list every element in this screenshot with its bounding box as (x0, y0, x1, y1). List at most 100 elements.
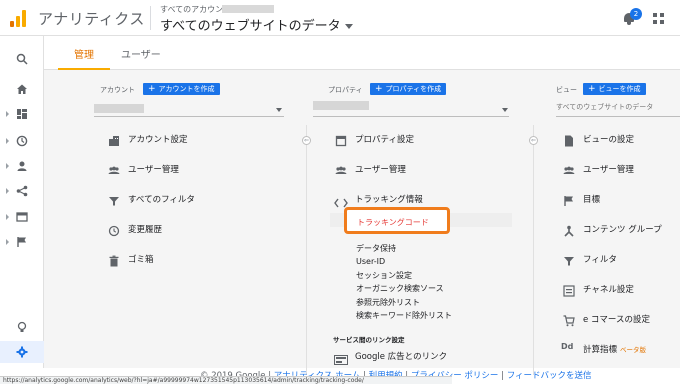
create-property-button[interactable]: + プロパティを作成 (370, 83, 447, 95)
account-label[interactable]: すべてのアカウント (160, 4, 231, 15)
goals-link[interactable]: 目標 (583, 193, 600, 205)
tracking-code-link[interactable]: トラッキングコード (357, 217, 429, 228)
users-icon (335, 162, 347, 181)
view-select[interactable]: すべてのウェブサイトのデータ (556, 102, 653, 112)
flag-icon (17, 237, 26, 247)
create-view-button[interactable]: + ビューを作成 (583, 83, 646, 95)
dashboard-icon (17, 109, 27, 119)
person-icon (17, 161, 27, 171)
behavior-nav-item[interactable] (0, 206, 44, 228)
admin-tabs: 管理 ユーザー (44, 36, 680, 70)
account-select-underline[interactable] (94, 116, 284, 117)
expand-arrow-icon (6, 239, 9, 245)
column-divider (306, 125, 307, 375)
tracking-info-link[interactable]: トラッキング情報 (355, 193, 423, 205)
data-retention-link[interactable]: データ保持 (356, 243, 396, 254)
notification-count-badge: 2 (630, 8, 642, 20)
collapse-arrow-icon[interactable]: ⇐ (529, 136, 538, 145)
conversions-nav-item[interactable] (0, 231, 44, 253)
session-settings-link[interactable]: セッション設定 (356, 270, 412, 281)
view-select-underline[interactable] (556, 116, 680, 117)
property-column-label: プロパティ (328, 86, 363, 94)
behavior-icon (16, 212, 28, 222)
account-column-label: アカウント (100, 86, 135, 94)
home-icon (17, 84, 27, 94)
admin-nav-item[interactable] (0, 341, 44, 363)
redacted-account-name (222, 5, 274, 13)
all-filters-link[interactable]: すべてのフィルタ (128, 193, 195, 205)
column-divider (533, 125, 534, 375)
redacted-property-select (313, 101, 369, 110)
top-header: アナリティクス すべてのアカウント すべてのウェブサイトのデータ 2 (0, 0, 680, 36)
channel-settings-link[interactable]: チャネル設定 (583, 283, 634, 295)
calculated-metrics-label: 計算指標 (583, 345, 618, 355)
create-property-label: プロパティを作成 (385, 85, 442, 93)
create-view-label: ビューを作成 (598, 85, 641, 93)
analytics-logo-icon[interactable] (10, 9, 28, 27)
property-select-underline[interactable] (313, 116, 509, 117)
referral-exclusion-link[interactable]: 参照元除外リスト (356, 297, 420, 308)
beta-badge: ベータ版 (620, 346, 647, 354)
trash-link[interactable]: ゴミ箱 (128, 253, 154, 265)
create-account-label: アカウントを作成 (158, 85, 215, 93)
gear-icon (16, 346, 28, 358)
search-term-exclusion-link[interactable]: 検索キーワード除外リスト (356, 310, 452, 321)
browser-status-bar: https://analytics.google.com/analytics/w… (0, 376, 452, 384)
apps-grid-icon[interactable] (653, 13, 664, 24)
acquisition-icon (16, 185, 28, 197)
expand-arrow-icon (6, 214, 9, 220)
clock-icon (16, 135, 28, 147)
redacted-account-select (94, 104, 144, 113)
property-settings-icon (335, 132, 347, 151)
view-filters-link[interactable]: フィルタ (583, 253, 617, 265)
home-nav-item[interactable] (0, 78, 44, 100)
user-id-link[interactable]: User-ID (356, 257, 385, 266)
google-ads-linking-link[interactable]: Google 広告とのリンク (355, 350, 447, 362)
chevron-down-icon (344, 24, 353, 29)
organic-search-sources-link[interactable]: オーガニック検索ソース (356, 283, 444, 294)
audience-nav-item[interactable] (0, 155, 44, 177)
tab-admin[interactable]: 管理 (74, 46, 94, 61)
header-divider (150, 6, 151, 30)
property-user-management-link[interactable]: ユーザー管理 (355, 163, 406, 175)
left-nav-rail (0, 36, 44, 368)
view-selector[interactable]: すべてのウェブサイトのデータ (160, 15, 353, 34)
send-feedback-link[interactable]: フィードバックを送信 (507, 371, 592, 381)
account-settings-link[interactable]: アカウント設定 (128, 133, 188, 145)
users-icon (563, 162, 575, 181)
calculated-metrics-link[interactable]: 計算指標 ベータ版 (583, 343, 646, 355)
account-user-management-link[interactable]: ユーザー管理 (128, 163, 179, 175)
content-grouping-icon (563, 222, 575, 241)
tab-user[interactable]: ユーザー (121, 46, 161, 61)
flag-icon (563, 192, 575, 211)
customization-nav-item[interactable] (0, 103, 44, 125)
view-user-management-link[interactable]: ユーザー管理 (583, 163, 634, 175)
create-account-button[interactable]: + アカウントを作成 (143, 83, 220, 95)
history-icon (108, 222, 120, 241)
users-icon (108, 162, 120, 181)
product-linking-heading: サービス間のリンク設定 (333, 336, 405, 344)
discover-nav-item[interactable] (0, 316, 44, 338)
filter-icon (563, 252, 575, 271)
view-column-label: ビュー (556, 86, 577, 94)
google-ads-icon (334, 350, 348, 369)
view-settings-icon (563, 132, 575, 151)
chevron-down-icon[interactable] (502, 108, 508, 112)
lightbulb-icon (17, 321, 27, 332)
expand-arrow-icon (6, 138, 9, 144)
view-settings-link[interactable]: ビューの設定 (583, 133, 634, 145)
search-nav-item[interactable] (0, 48, 44, 70)
calculated-metrics-icon: Dd (561, 342, 574, 351)
acquisition-nav-item[interactable] (0, 180, 44, 202)
change-history-link[interactable]: 変更履歴 (128, 223, 162, 235)
app-title[interactable]: アナリティクス (38, 8, 145, 29)
ecommerce-settings-link[interactable]: e コマースの設定 (583, 313, 650, 325)
property-settings-link[interactable]: プロパティ設定 (355, 133, 414, 145)
trash-icon (108, 252, 120, 271)
content-grouping-link[interactable]: コンテンツ グループ (583, 223, 662, 235)
account-settings-icon (108, 132, 120, 151)
collapse-arrow-icon[interactable]: ⇐ (302, 136, 311, 145)
realtime-nav-item[interactable] (0, 130, 44, 152)
tracking-code-highlight[interactable]: トラッキングコード (344, 207, 450, 234)
chevron-down-icon[interactable] (276, 108, 282, 112)
